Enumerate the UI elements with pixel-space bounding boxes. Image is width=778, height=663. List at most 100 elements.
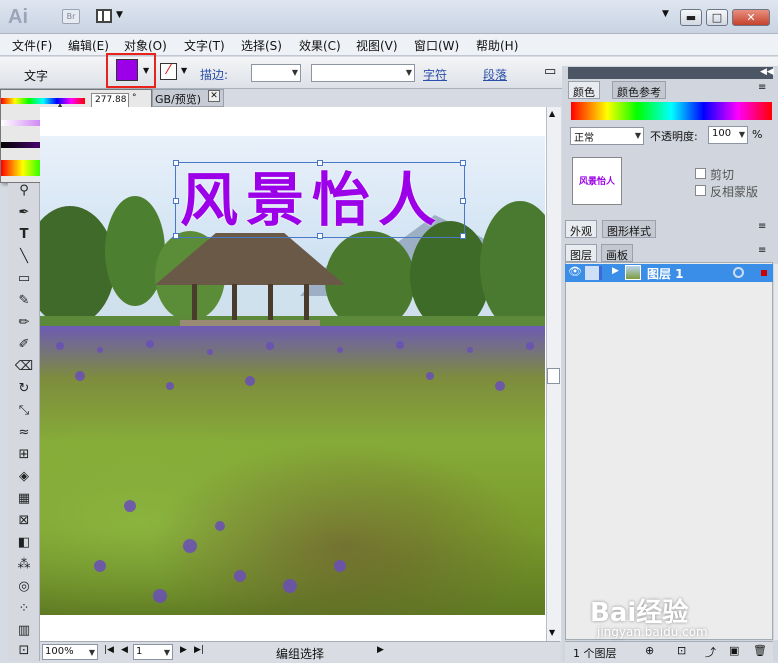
menu-object[interactable]: 对象(O) (124, 37, 167, 54)
first-page-icon[interactable]: |◀ (104, 645, 114, 655)
stroke-weight-dropdown[interactable] (251, 64, 301, 82)
new-sublayer-icon[interactable]: ⤴ (705, 644, 716, 660)
handle-ml[interactable] (173, 198, 179, 204)
status-text: 编组选择 (276, 647, 325, 661)
tab-color-label: 颜色 (573, 86, 595, 99)
layer-name[interactable]: 图层 1 (647, 265, 684, 282)
handle-tm[interactable] (317, 160, 323, 166)
graph-tool-icon[interactable]: ▥ (12, 623, 36, 643)
zoom-dropdown[interactable]: 100% (42, 644, 98, 660)
menu-view[interactable]: 视图(V) (356, 37, 398, 54)
mesh-tool-icon[interactable]: ⊠ (12, 513, 36, 533)
panel-menu-icon[interactable]: ≡ (758, 82, 766, 93)
page-dropdown[interactable]: 1 (133, 644, 173, 660)
paintbrush-tool-icon[interactable]: ✎ (12, 293, 36, 313)
invert-mask-checkbox[interactable] (695, 185, 706, 196)
opacity-unit: % (752, 128, 763, 141)
layer-row[interactable]: 👁 ▶ 图层 1 (565, 264, 773, 282)
envelope-icon[interactable]: ▭ (544, 64, 556, 79)
blend-mode-dropdown[interactable]: 正常 (570, 127, 644, 145)
clipping-mask-icon[interactable]: ⊡ (677, 644, 686, 657)
workspace-chevron-icon[interactable]: ▼ (662, 9, 669, 19)
scale-tool-icon[interactable]: ⤡ (12, 403, 36, 423)
delete-layer-icon[interactable]: 🗑 (753, 644, 767, 657)
scroll-down-icon[interactable]: ▼ (549, 628, 555, 637)
last-page-icon[interactable]: ▶| (194, 645, 204, 655)
tab-graphic-styles-label: 图形样式 (607, 225, 651, 238)
menu-edit[interactable]: 编辑(E) (68, 37, 109, 54)
scroll-up-icon[interactable]: ▲ (549, 109, 555, 118)
tab-appearance[interactable]: 外观 (565, 220, 597, 238)
type-tool-icon[interactable]: T (12, 227, 36, 247)
tab-graphic-styles[interactable]: 图形样式 (602, 220, 656, 238)
eyedropper-tool-icon[interactable]: ⁂ (12, 557, 36, 577)
handle-bm[interactable] (317, 233, 323, 239)
color-spectrum[interactable] (571, 102, 772, 120)
rectangle-tool-icon[interactable]: ▭ (12, 271, 36, 291)
status-menu-icon[interactable]: ▶ (377, 645, 384, 655)
handle-tl[interactable] (173, 160, 179, 166)
blend-tool-icon[interactable]: ◎ (12, 579, 36, 599)
new-layer-icon[interactable]: ▣ (729, 644, 739, 657)
clip-checkbox[interactable] (695, 168, 706, 179)
artboard-tool-icon[interactable]: ⊡ (12, 643, 36, 663)
blob-brush-tool-icon[interactable]: ✐ (12, 337, 36, 357)
tab-color-guide[interactable]: 颜色参考 (612, 81, 666, 99)
selection-bounding-box[interactable] (173, 160, 466, 239)
menu-help[interactable]: 帮助(H) (476, 37, 518, 54)
maximize-button[interactable]: □ (706, 9, 728, 26)
appearance-menu-icon[interactable]: ≡ (758, 221, 766, 232)
handle-mr[interactable] (460, 198, 466, 204)
tab-color[interactable]: 颜色 (568, 81, 600, 99)
tab-layers[interactable]: 图层 (565, 244, 597, 262)
font-dropdown[interactable] (311, 64, 415, 82)
eraser-tool-icon[interactable]: ⌫ (12, 359, 36, 379)
prev-page-icon[interactable]: ◀ (121, 645, 128, 655)
next-page-icon[interactable]: ▶ (180, 645, 187, 655)
character-link[interactable]: 字符 (423, 66, 447, 83)
handle-bl[interactable] (173, 233, 179, 239)
free-transform-tool-icon[interactable]: ⊞ (12, 447, 36, 467)
close-tab-icon[interactable]: ✕ (208, 90, 220, 102)
line-tool-icon[interactable]: ╲ (12, 249, 36, 269)
shape-builder-tool-icon[interactable]: ◈ (12, 469, 36, 489)
hue-value[interactable]: 277.88 (91, 93, 129, 108)
menu-type[interactable]: 文字(T) (184, 37, 225, 54)
pen-tool-icon[interactable]: ✒ (12, 205, 36, 225)
lasso-tool-icon[interactable]: ⚲ (12, 183, 36, 203)
menu-select[interactable]: 选择(S) (241, 37, 282, 54)
symbol-sprayer-tool-icon[interactable]: ⁘ (12, 601, 36, 621)
menu-file[interactable]: 文件(F) (12, 37, 52, 54)
expand-layer-icon[interactable]: ▶ (612, 266, 619, 276)
rotate-tool-icon[interactable]: ↻ (12, 381, 36, 401)
arrange-documents-button[interactable]: ▼ (96, 8, 128, 26)
warp-tool-icon[interactable]: ≈ (12, 425, 36, 445)
hue-unit: ° (132, 93, 137, 103)
paragraph-link[interactable]: 段落 (483, 66, 507, 83)
bridge-button[interactable]: Br (62, 9, 80, 24)
collapse-panel-icon[interactable]: ◀◀ (760, 67, 774, 77)
stroke-label[interactable]: 描边: (200, 66, 228, 83)
stroke-dropdown-icon[interactable]: ▼ (181, 66, 187, 75)
menu-window[interactable]: 窗口(W) (414, 37, 459, 54)
stroke-none-icon[interactable]: ⁄ (160, 63, 177, 80)
lock-toggle[interactable] (585, 266, 599, 280)
visibility-eye-icon[interactable]: 👁 (568, 265, 582, 278)
handle-br[interactable] (460, 233, 466, 239)
locate-object-icon[interactable]: ⊕ (645, 644, 654, 657)
layers-scrollbar[interactable] (774, 264, 778, 640)
close-button[interactable]: ✕ (732, 9, 770, 26)
perspective-grid-tool-icon[interactable]: ▦ (12, 491, 36, 511)
handle-tr[interactable] (460, 160, 466, 166)
transparency-thumbnail[interactable]: 风景怡人 (572, 157, 622, 205)
opacity-field[interactable]: 100 (708, 126, 748, 144)
gradient-tool-icon[interactable]: ◧ (12, 535, 36, 555)
minimize-button[interactable]: ▬ (680, 9, 702, 26)
tab-artboards[interactable]: 画板 (601, 244, 633, 262)
pencil-tool-icon[interactable]: ✏ (12, 315, 36, 335)
hue-slider[interactable] (1, 98, 85, 104)
target-circle-icon[interactable] (733, 267, 744, 278)
menu-effect[interactable]: 效果(C) (299, 37, 341, 54)
layers-menu-icon[interactable]: ≡ (758, 245, 766, 256)
scrollbar-thumb[interactable] (547, 368, 560, 384)
